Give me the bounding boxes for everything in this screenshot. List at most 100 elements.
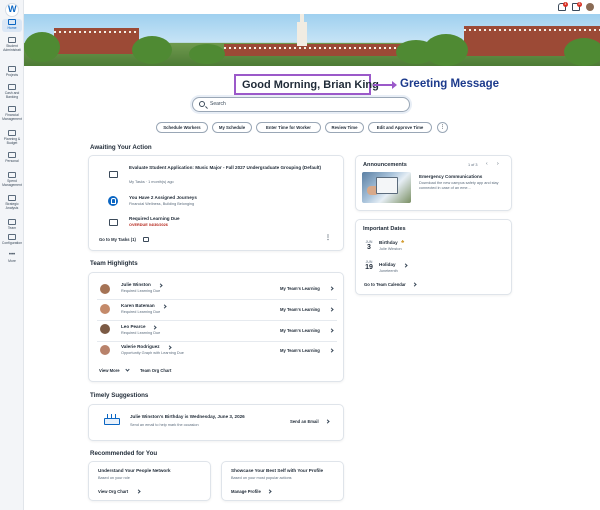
team-org-chart-link[interactable]: Team Org Chart <box>140 368 171 373</box>
workday-logo[interactable]: W <box>5 3 19 17</box>
spend-icon <box>8 172 16 178</box>
member-subtitle: Opportunity Graph with Learning Due <box>121 351 184 355</box>
go-to-team-calendar-link[interactable]: Go to Team Calendar <box>364 282 406 287</box>
sidebar-item-personal[interactable]: Personal <box>0 152 24 163</box>
edit-approve-time-button[interactable]: Edit and Approve Time <box>368 122 432 133</box>
learning-icon <box>109 219 118 226</box>
recommendation-subtitle: Based on your role <box>98 476 130 480</box>
avatar <box>100 304 110 314</box>
sidebar-item-configuration[interactable]: Configuration <box>0 234 24 245</box>
chevron-right-icon <box>412 282 417 287</box>
team-icon <box>8 219 16 225</box>
enter-time-for-worker-button[interactable]: Enter Time for Worker <box>256 122 321 133</box>
recommendation-card[interactable]: Showcase Your Best Self with Your Profil… <box>221 461 344 501</box>
member-name[interactable]: Karen Bateman <box>121 303 155 308</box>
date-badge: JUN 3 <box>365 240 373 251</box>
overdue-label: OVERDUE 04/30/2026 <box>129 223 168 227</box>
avatar <box>100 284 110 294</box>
sidebar-item-team[interactable]: Team <box>0 219 24 230</box>
sidebar-item-financial-management[interactable]: Financial Management <box>0 106 24 121</box>
search-placeholder: Search <box>210 101 226 107</box>
chevron-right-icon <box>329 286 334 291</box>
more-options-icon[interactable]: ⋮ <box>325 234 331 241</box>
gear-icon <box>8 234 16 240</box>
team-highlights-card: Julie Winston Required Learning Due My T… <box>88 272 344 382</box>
inbox-tray-icon <box>109 171 118 178</box>
date-event-subtitle: Julie Winston <box>379 247 402 251</box>
campus-banner-image <box>24 14 600 66</box>
sidebar-item-cash-banking[interactable]: Cash and Banking <box>0 84 24 99</box>
important-dates-card: Important Dates JUN 3 Birthday ♣ Julie W… <box>355 219 512 295</box>
search-input[interactable]: Search <box>192 97 410 112</box>
view-more-button[interactable]: View More <box>99 368 120 373</box>
greeting-highlight-box: Good Morning, Brian King <box>234 74 379 95</box>
previous-arrow-icon[interactable]: ‹ <box>486 161 488 167</box>
chevron-down-icon <box>125 367 130 372</box>
announcement-title[interactable]: Emergency Communications <box>419 174 482 179</box>
journeys-subtitle: Financial Wellness, Building Belonging <box>129 202 195 206</box>
person-icon <box>8 152 16 158</box>
birthday-cake-icon <box>104 413 120 425</box>
avatar <box>100 324 110 334</box>
member-name[interactable]: Valerie Rodriguez <box>121 344 160 349</box>
date-event-title[interactable]: Birthday <box>379 240 398 245</box>
suggestion-headline: Julie Winston's Birthday is Wednesday, J… <box>130 414 245 419</box>
greeting-message: Good Morning, Brian King <box>242 79 379 91</box>
chevron-right-icon <box>267 489 272 494</box>
journey-icon <box>108 196 118 206</box>
announcements-title: Announcements <box>363 162 407 168</box>
my-teams-learning-link[interactable]: My Team's Learning <box>280 286 320 291</box>
member-name[interactable]: Leo Pearce <box>121 324 146 329</box>
my-schedule-button[interactable]: My Schedule <box>212 122 252 133</box>
learning-title[interactable]: Required Learning Due <box>129 216 180 221</box>
sidebar-item-student-administration[interactable]: Student Administrati <box>0 37 24 52</box>
sidebar-item-home[interactable]: Home <box>2 19 22 32</box>
recommendation-title: Understand Your People Network <box>98 468 171 473</box>
chevron-right-icon <box>329 307 334 312</box>
chevron-right-icon <box>329 348 334 353</box>
more-actions-button[interactable]: ⋮ <box>437 122 448 133</box>
journeys-title[interactable]: You Have 2 Assigned Journeys <box>129 195 197 200</box>
next-arrow-icon[interactable]: › <box>497 161 499 167</box>
my-teams-learning-link[interactable]: My Team's Learning <box>280 348 320 353</box>
send-an-email-button[interactable]: Send an Email <box>290 419 319 424</box>
chevron-right-icon <box>403 263 408 268</box>
date-event-title[interactable]: Holiday <box>379 262 396 267</box>
member-subtitle: Required Learning Due <box>121 310 161 314</box>
view-org-chart-link[interactable]: View Org Chart <box>98 489 128 494</box>
recommendation-subtitle: Based on your most popular actions <box>231 476 292 480</box>
recommendation-card[interactable]: Understand Your People Network Based on … <box>88 461 211 501</box>
bank-icon <box>8 84 16 90</box>
task-subtitle: My Tasks · 1 month(s) ago <box>129 180 174 184</box>
manage-profile-link[interactable]: Manage Profile <box>231 489 261 494</box>
my-teams-learning-link[interactable]: My Team's Learning <box>280 307 320 312</box>
sidebar-item-projects[interactable]: Projects <box>0 66 24 77</box>
task-title[interactable]: Evaluate Student Application: Music Majo… <box>129 165 325 171</box>
sidebar-item-spend-management[interactable]: Spend Management <box>0 172 24 187</box>
cake-icon: ♣ <box>401 239 405 245</box>
sidebar-item-more[interactable]: ••• More <box>0 252 24 263</box>
announcement-body: Download the new campus safety app and s… <box>419 181 499 190</box>
recommendation-title: Showcase Your Best Self with Your Profil… <box>231 468 324 473</box>
divider <box>97 320 337 321</box>
member-name[interactable]: Julie Winston <box>121 282 151 287</box>
member-subtitle: Required Learning Due <box>121 289 161 293</box>
review-time-button[interactable]: Review Time <box>325 122 364 133</box>
sidebar-item-strategic-analysis[interactable]: Strategic Analysis <box>0 195 24 210</box>
schedule-workers-button[interactable]: Schedule Workers <box>156 122 208 133</box>
bell-icon[interactable]: 4 <box>558 2 568 11</box>
recommended-title: Recommended for You <box>90 450 158 457</box>
user-avatar[interactable] <box>586 3 594 11</box>
planning-icon <box>8 130 16 136</box>
inbox-icon[interactable]: 8 <box>572 2 582 11</box>
chevron-right-icon <box>162 304 167 309</box>
go-to-my-tasks-link[interactable]: Go to My Tasks (1) <box>99 237 136 242</box>
ellipsis-icon: ••• <box>8 252 16 258</box>
my-teams-learning-link[interactable]: My Team's Learning <box>280 328 320 333</box>
divider <box>97 299 337 300</box>
sidebar-item-planning-budget[interactable]: Planning & Budget <box>0 130 24 145</box>
home-icon <box>8 19 16 25</box>
projects-icon <box>8 66 16 72</box>
chevron-right-icon <box>136 489 141 494</box>
announcement-pager: 1 of 3 <box>468 163 478 167</box>
